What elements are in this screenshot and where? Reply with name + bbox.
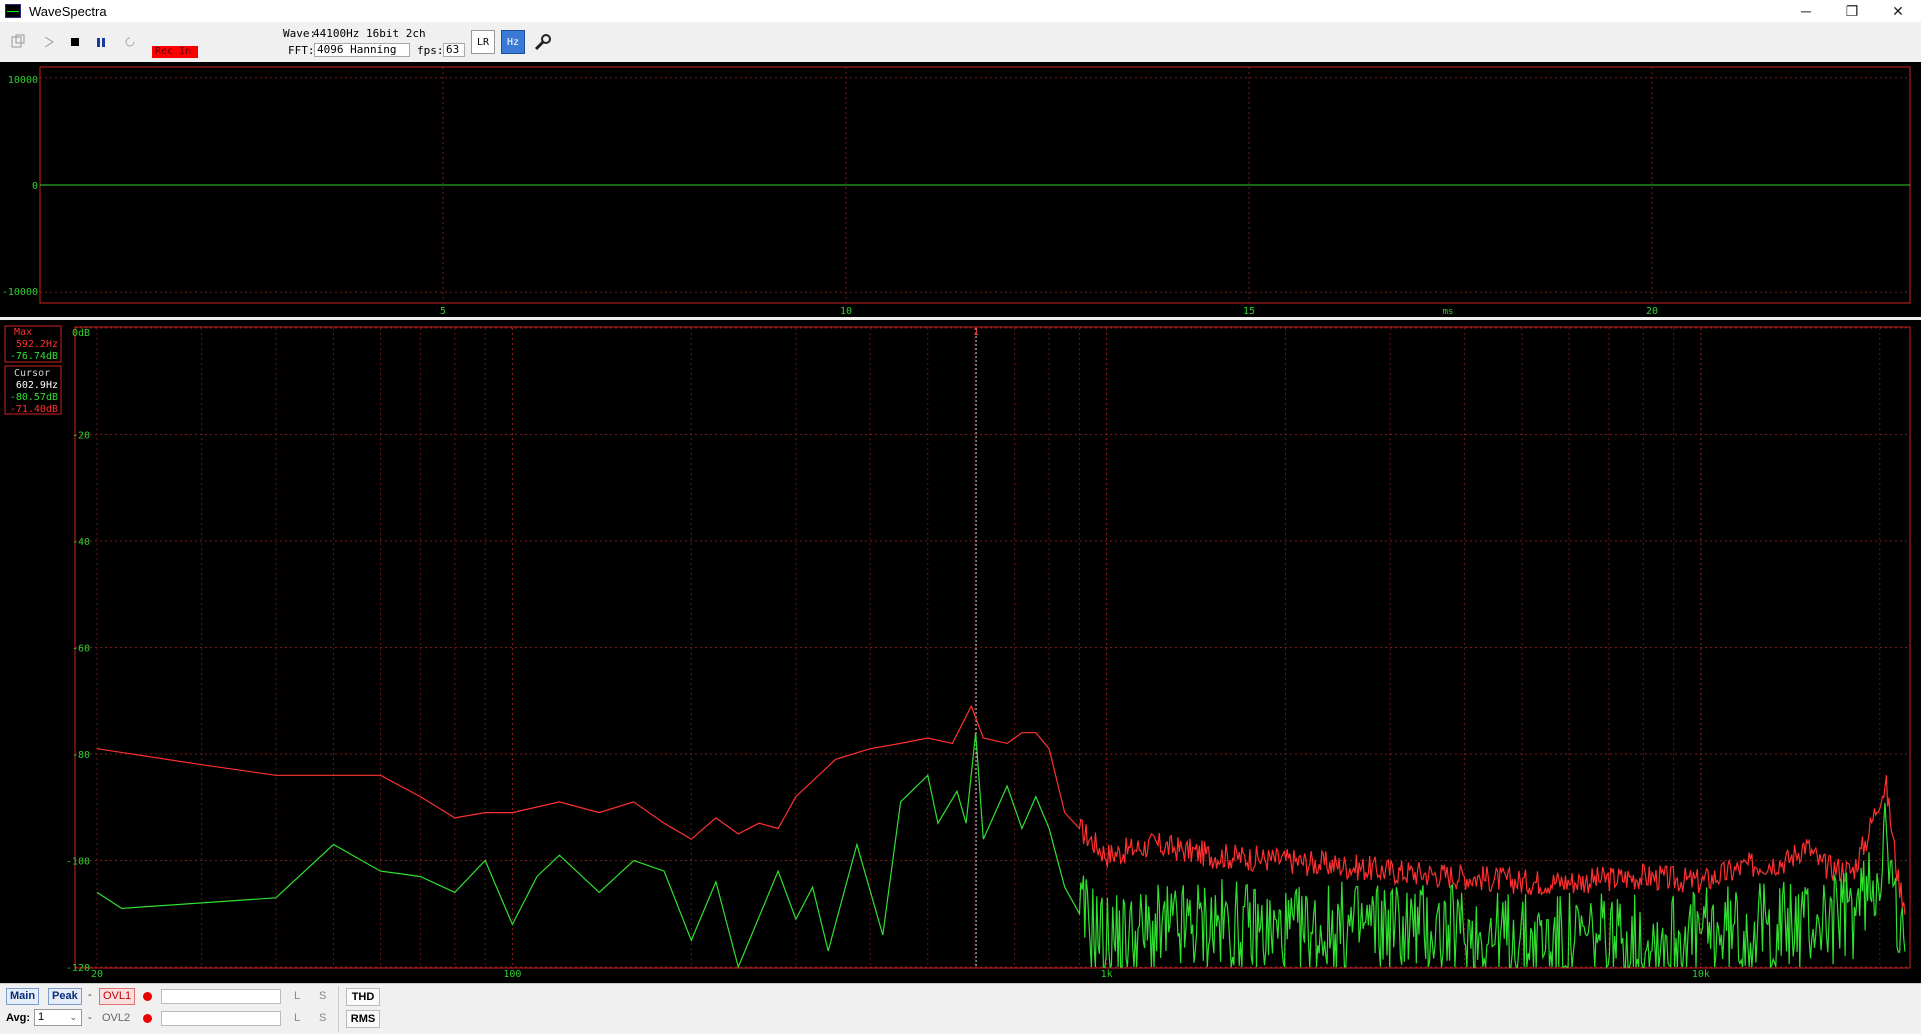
wave-y-label-neg10000: -10000 — [2, 287, 38, 298]
dash-separator-2: - — [88, 1012, 92, 1024]
wave-format: 44100Hz 16bit 2ch — [313, 27, 426, 40]
peak-button[interactable]: Peak — [48, 988, 82, 1005]
wave-x-tick-label: 15 — [1243, 306, 1255, 317]
thd-button[interactable]: THD — [346, 988, 380, 1006]
spectrum-y-tick-label: -120 — [66, 963, 90, 974]
fft-label: FFT: — [288, 44, 315, 57]
ovl2-name-field[interactable] — [161, 1011, 281, 1026]
pause-button[interactable] — [90, 31, 112, 53]
minimize-button[interactable]: ─ — [1783, 0, 1829, 22]
max-title: Max — [14, 327, 32, 338]
spectrum-x-tick-label: 1k — [1101, 969, 1113, 980]
ovl1-button[interactable]: OVL1 — [99, 988, 136, 1005]
cursor-level-green: -80.57dB — [10, 392, 58, 403]
cursor-frequency: 602.9Hz — [16, 380, 58, 391]
spectrum-x-tick-label: 10k — [1692, 969, 1710, 980]
avg-value: 1 — [38, 1011, 45, 1023]
spectrum-panel[interactable] — [0, 320, 1921, 983]
spectrum-x-tick-label: 20 — [91, 969, 103, 980]
app-icon — [5, 4, 21, 18]
rec-in-indicator: Rec In — [152, 46, 198, 58]
spectrum-y-tick-label: -100 — [66, 857, 90, 868]
wave-y-label-10000: 10000 — [8, 75, 38, 86]
cursor-info-box: Cursor 602.9Hz -80.57dB -71.40dB — [4, 365, 62, 415]
wave-label: Wave: — [283, 27, 317, 40]
main-button[interactable]: Main — [6, 988, 40, 1005]
window-controls: ─ ❐ ✕ — [1783, 0, 1921, 22]
status-divider — [338, 986, 339, 1032]
wave-x-tick-label: 10 — [840, 306, 852, 317]
spectrum-y-tick-label: -80 — [72, 750, 90, 761]
settings-wrench-icon[interactable] — [531, 30, 555, 54]
lr-channel-button[interactable]: LR — [471, 30, 495, 54]
status-bar: Main Peak - OVL1 L S Avg: 1 ⌄ - OVL2 L S… — [0, 983, 1921, 1034]
ovl1-s-label[interactable]: S — [319, 990, 326, 1002]
plot-area: 10000 0 -10000 5 10 15 20 ms 0dB -20 -40 -60 -8… — [0, 62, 1921, 983]
chevron-down-icon: ⌄ — [69, 1012, 77, 1022]
wave-y-label-0: 0 — [32, 181, 38, 192]
spectrum-y-tick-label: -40 — [72, 537, 90, 548]
ovl1-l-label[interactable]: L — [294, 990, 300, 1002]
play-icon[interactable] — [38, 31, 60, 53]
wave-x-unit: ms — [1443, 307, 1454, 317]
dash-separator-1: - — [88, 989, 92, 1001]
loop-icon[interactable] — [119, 31, 141, 53]
avg-label: Avg: — [6, 1012, 31, 1024]
max-info-box: Max 592.2Hz -76.74dB — [4, 325, 62, 363]
rms-button[interactable]: RMS — [346, 1010, 380, 1028]
window-title: WaveSpectra — [29, 3, 107, 19]
ovl1-name-field[interactable] — [161, 989, 281, 1004]
title-bar: WaveSpectra ─ ❐ ✕ — [0, 0, 1921, 22]
cursor-title: Cursor — [14, 368, 50, 379]
hz-scale-button[interactable]: Hz — [501, 30, 525, 54]
fps-value: 63 — [443, 43, 465, 57]
cursor-level-red: -71.40dB — [10, 404, 58, 415]
toolbar: Rec In Wave: 44100Hz 16bit 2ch FFT: 4096… — [0, 22, 1921, 78]
stop-button[interactable] — [64, 31, 86, 53]
max-frequency: 592.2Hz — [16, 339, 58, 350]
spectrum-y-tick-label: -20 — [72, 431, 90, 442]
avg-select[interactable]: 1 ⌄ — [34, 1009, 82, 1026]
spectrum-y-tick-label: 0dB — [72, 328, 90, 339]
close-button[interactable]: ✕ — [1875, 0, 1921, 22]
max-level: -76.74dB — [10, 351, 58, 362]
spectrum-x-tick-label: 100 — [503, 969, 521, 980]
cursor-marker: 1 — [973, 328, 978, 338]
wave-x-tick-label: 5 — [440, 306, 446, 317]
ovl2-l-label[interactable]: L — [294, 1012, 300, 1024]
restore-button[interactable]: ❐ — [1829, 0, 1875, 22]
ovl2-s-label[interactable]: S — [319, 1012, 326, 1024]
fps-label: fps: — [417, 44, 444, 57]
ovl2-record-icon[interactable] — [143, 1014, 152, 1023]
wave-x-tick-label: 20 — [1646, 306, 1658, 317]
device-icon[interactable] — [7, 31, 29, 53]
spectrum-y-tick-label: -60 — [72, 644, 90, 655]
ovl1-record-icon[interactable] — [143, 992, 152, 1001]
fft-setting[interactable]: 4096 Hanning — [314, 43, 410, 57]
waveform-panel[interactable] — [0, 62, 1921, 317]
ovl2-label[interactable]: OVL2 — [102, 1012, 130, 1024]
